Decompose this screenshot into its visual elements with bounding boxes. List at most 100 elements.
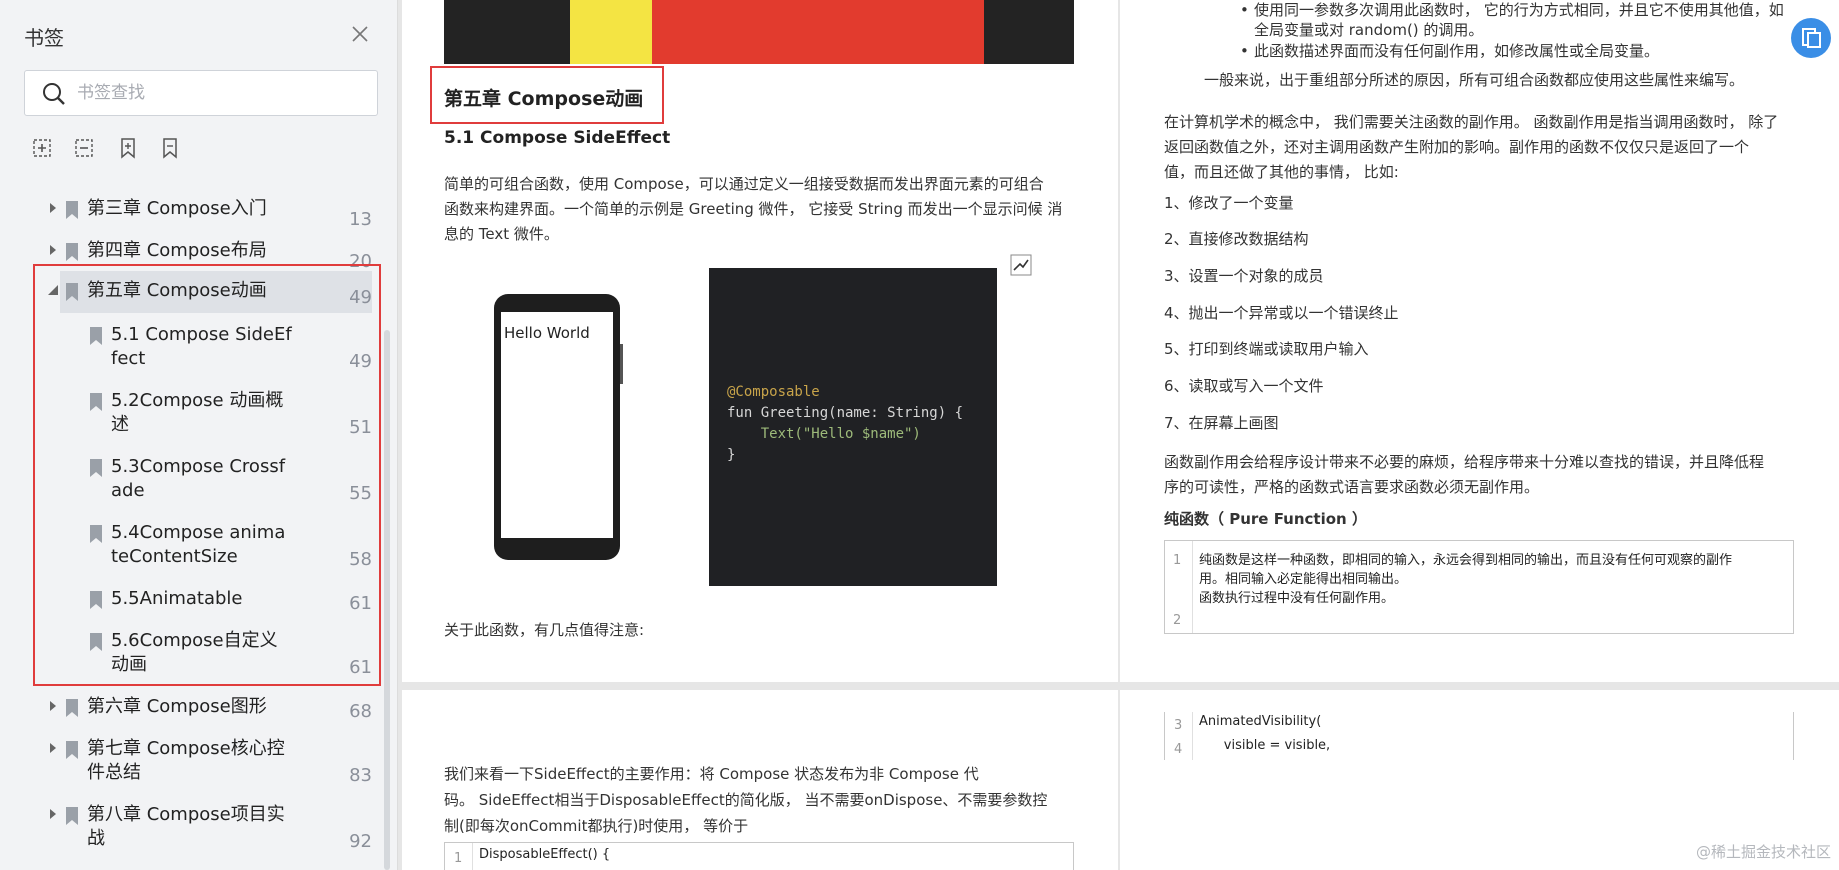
bookmark-section-5-4[interactable]: 5.4Compose anima teContentSize 58 xyxy=(0,517,384,573)
bookmark-icon xyxy=(90,591,102,609)
code-text: AnimatedVisibility( xyxy=(1199,714,1322,729)
code-block: 3 4 AnimatedVisibility( visible = visibl… xyxy=(1164,712,1794,760)
bookmark-chapter-5[interactable]: 第五章 Compose动画 49 xyxy=(0,271,384,313)
collapse-arrow-icon[interactable] xyxy=(48,285,58,295)
remove-bookmark-icon[interactable] xyxy=(158,136,184,162)
phone-illustration: Hello World xyxy=(494,294,623,560)
expand-arrow-icon[interactable] xyxy=(48,245,58,255)
bookmark-label-line2: teContentSize xyxy=(111,546,238,567)
close-icon[interactable] xyxy=(348,22,372,46)
bookmark-chapter-6[interactable]: 第六章 Compose图形 68 xyxy=(0,691,384,733)
sidebar-scrollbar[interactable] xyxy=(384,330,390,870)
bookmark-label-line1: 第八章 Compose项目实 xyxy=(87,804,285,825)
bookmark-label-line2: fect xyxy=(111,348,146,369)
code-line: @Composable xyxy=(727,384,820,400)
list-item: 3、设置一个对象的成员 xyxy=(1164,267,1324,285)
concept-line: 返回函数值之外，还对主调用函数产生附加的影响。副作用的函数不仅仅只是返回了一个 xyxy=(1164,138,1750,156)
code-block: 1 2 纯函数是这样一种函数，即相同的输入，永远会得到相同的输出，而且没有任何可… xyxy=(1164,540,1794,634)
list-item: 7、在屏幕上画图 xyxy=(1164,414,1279,432)
note-text: 关于此函数，有几点值得注意: xyxy=(444,621,645,639)
list-item: 5、打印到终端或读取用户输入 xyxy=(1164,340,1369,358)
bullet-item-cont: 全局变量或对 random() 的调用。 xyxy=(1254,21,1484,39)
code-text: 用。相同输入必定能得出相同输出。 xyxy=(1199,572,1408,587)
line-number: 4 xyxy=(1174,742,1183,757)
code-text: visible = visible, xyxy=(1199,738,1331,753)
add-bookmark-icon[interactable] xyxy=(116,136,142,162)
bookmark-search-input[interactable] xyxy=(77,79,367,107)
bookmark-label-line1: 5.3Compose Crossf xyxy=(111,456,286,477)
expand-arrow-icon[interactable] xyxy=(48,701,58,711)
bookmark-chapter-7[interactable]: 第七章 Compose核心控 件总结 83 xyxy=(0,733,384,789)
bookmark-icon xyxy=(90,459,102,477)
expand-arrow-icon[interactable] xyxy=(48,809,58,819)
bookmark-sidebar: 书签 第三章 Compose入门 13 第四章 xyxy=(0,0,398,870)
bookmark-page: 61 xyxy=(349,593,372,614)
bookmark-label: 第四章 Compose布局 xyxy=(87,240,267,261)
bookmark-icon xyxy=(66,283,78,301)
bookmark-page: 49 xyxy=(349,287,372,308)
side-effect-line: 函数副作用会给程序设计带来不必要的麻烦，给程序带来十分难以查找的错误，并且降低程 xyxy=(1164,453,1765,471)
intro-line-2: 函数来构建界面。一个简单的示例是 Greeting 微件， 它接受 String… xyxy=(444,200,1063,218)
phone-text: Hello World xyxy=(504,324,590,342)
code-text: 函数执行过程中没有任何副作用。 xyxy=(1199,591,1395,606)
floating-action-button[interactable] xyxy=(1791,18,1831,58)
bookmark-icon xyxy=(66,201,78,219)
list-item: 4、抛出一个异常或以一个错误终止 xyxy=(1164,304,1399,322)
bookmark-search-box[interactable] xyxy=(24,70,378,116)
line-number: 3 xyxy=(1174,718,1183,733)
search-icon xyxy=(43,83,65,105)
expand-arrow-icon[interactable] xyxy=(48,203,58,213)
code-text: DisposableEffect() { xyxy=(479,847,611,862)
body-line: 制(即每次onCommit都执行)时使用， 等价于 xyxy=(444,817,749,835)
bookmark-page: 51 xyxy=(349,417,372,438)
code-text: 纯函数是这样一种函数，即相同的输入，永远会得到相同的输出，而且没有任何可观察的副… xyxy=(1199,553,1733,568)
concept-line: 值，而且还做了其他的事情， 比如: xyxy=(1164,163,1399,181)
list-item: 1、修改了一个变量 xyxy=(1164,194,1294,212)
body-line: 码。 SideEffect相当于DisposableEffect的简化版， 当不… xyxy=(444,791,1048,809)
line-number: 1 xyxy=(1173,553,1182,568)
pure-function-heading: 纯函数（ Pure Function ） xyxy=(1164,510,1367,528)
bookmark-label-line2: 战 xyxy=(87,828,105,849)
bookmark-icon xyxy=(66,243,78,261)
bookmark-icon xyxy=(90,525,102,543)
page-right-top: • 使用同一参数多次调用此函数时， 它的行为方式相同，并且它不使用其他值，如 全局… xyxy=(1120,0,1839,682)
bookmark-section-5-5[interactable]: 5.5Animatable 61 xyxy=(0,583,384,623)
bookmark-label-line2: 动画 xyxy=(111,654,147,675)
code-image: @Composable fun Greeting(name: String) {… xyxy=(709,268,997,586)
code-line: fun Greeting(name: String) { xyxy=(727,405,964,421)
collapse-all-icon[interactable] xyxy=(72,136,98,162)
bookmark-section-5-1[interactable]: 5.1 Compose SideEf fect 49 xyxy=(0,319,384,375)
bookmark-page: 68 xyxy=(349,701,372,722)
bookmark-label: 5.5Animatable xyxy=(111,588,243,609)
bookmark-chapter-8[interactable]: 第八章 Compose项目实 战 92 xyxy=(0,799,384,855)
line-number: 1 xyxy=(454,851,463,866)
chapter-title: 第五章 Compose动画 xyxy=(444,88,644,110)
page-right-bottom: 3 4 AnimatedVisibility( visible = visibl… xyxy=(1120,690,1839,870)
bookmark-icon xyxy=(90,393,102,411)
document-icon xyxy=(1802,28,1821,48)
bookmark-section-5-2[interactable]: 5.2Compose 动画概 述 51 xyxy=(0,385,384,441)
expand-arrow-icon[interactable] xyxy=(48,743,58,753)
expand-all-icon[interactable] xyxy=(30,136,56,162)
image-tool-icon[interactable] xyxy=(1010,254,1032,276)
intro-line-1: 简单的可组合函数，使用 Compose，可以通过定义一组接受数据而发出界面元素的… xyxy=(444,175,1044,193)
code-line: Text("Hello $name") xyxy=(727,426,921,442)
bookmark-section-5-6[interactable]: 5.6Compose自定义 动画 61 xyxy=(0,625,384,681)
code-line: } xyxy=(727,447,736,463)
bookmark-section-5-3[interactable]: 5.3Compose Crossf ade 55 xyxy=(0,451,384,507)
section-title: 5.1 Compose SideEffect xyxy=(444,128,671,148)
bookmark-label-line2: ade xyxy=(111,480,145,501)
bullet-item: • 使用同一参数多次调用此函数时， 它的行为方式相同，并且它不使用其他值，如 xyxy=(1240,1,1784,19)
bookmark-page: 58 xyxy=(349,549,372,570)
cropped-image xyxy=(444,0,1074,64)
bookmark-icon xyxy=(90,327,102,345)
bookmark-label-line1: 5.4Compose anima xyxy=(111,522,286,543)
page-left-bottom: 我们来看一下SideEffect的主要作用：将 Compose 状态发布为非 C… xyxy=(402,690,1118,870)
bookmark-page: 13 xyxy=(349,209,372,230)
bookmark-label-line1: 5.6Compose自定义 xyxy=(111,630,278,651)
bookmark-chapter-3[interactable]: 第三章 Compose入门 13 xyxy=(0,193,384,235)
line-number: 2 xyxy=(1173,613,1182,628)
bookmark-tree: 第三章 Compose入门 13 第四章 Compose布局 20 第五章 Co… xyxy=(0,185,384,870)
code-block: 1 DisposableEffect() { xyxy=(444,842,1074,870)
intro-line-3: 息的 Text 微件。 xyxy=(444,225,559,243)
